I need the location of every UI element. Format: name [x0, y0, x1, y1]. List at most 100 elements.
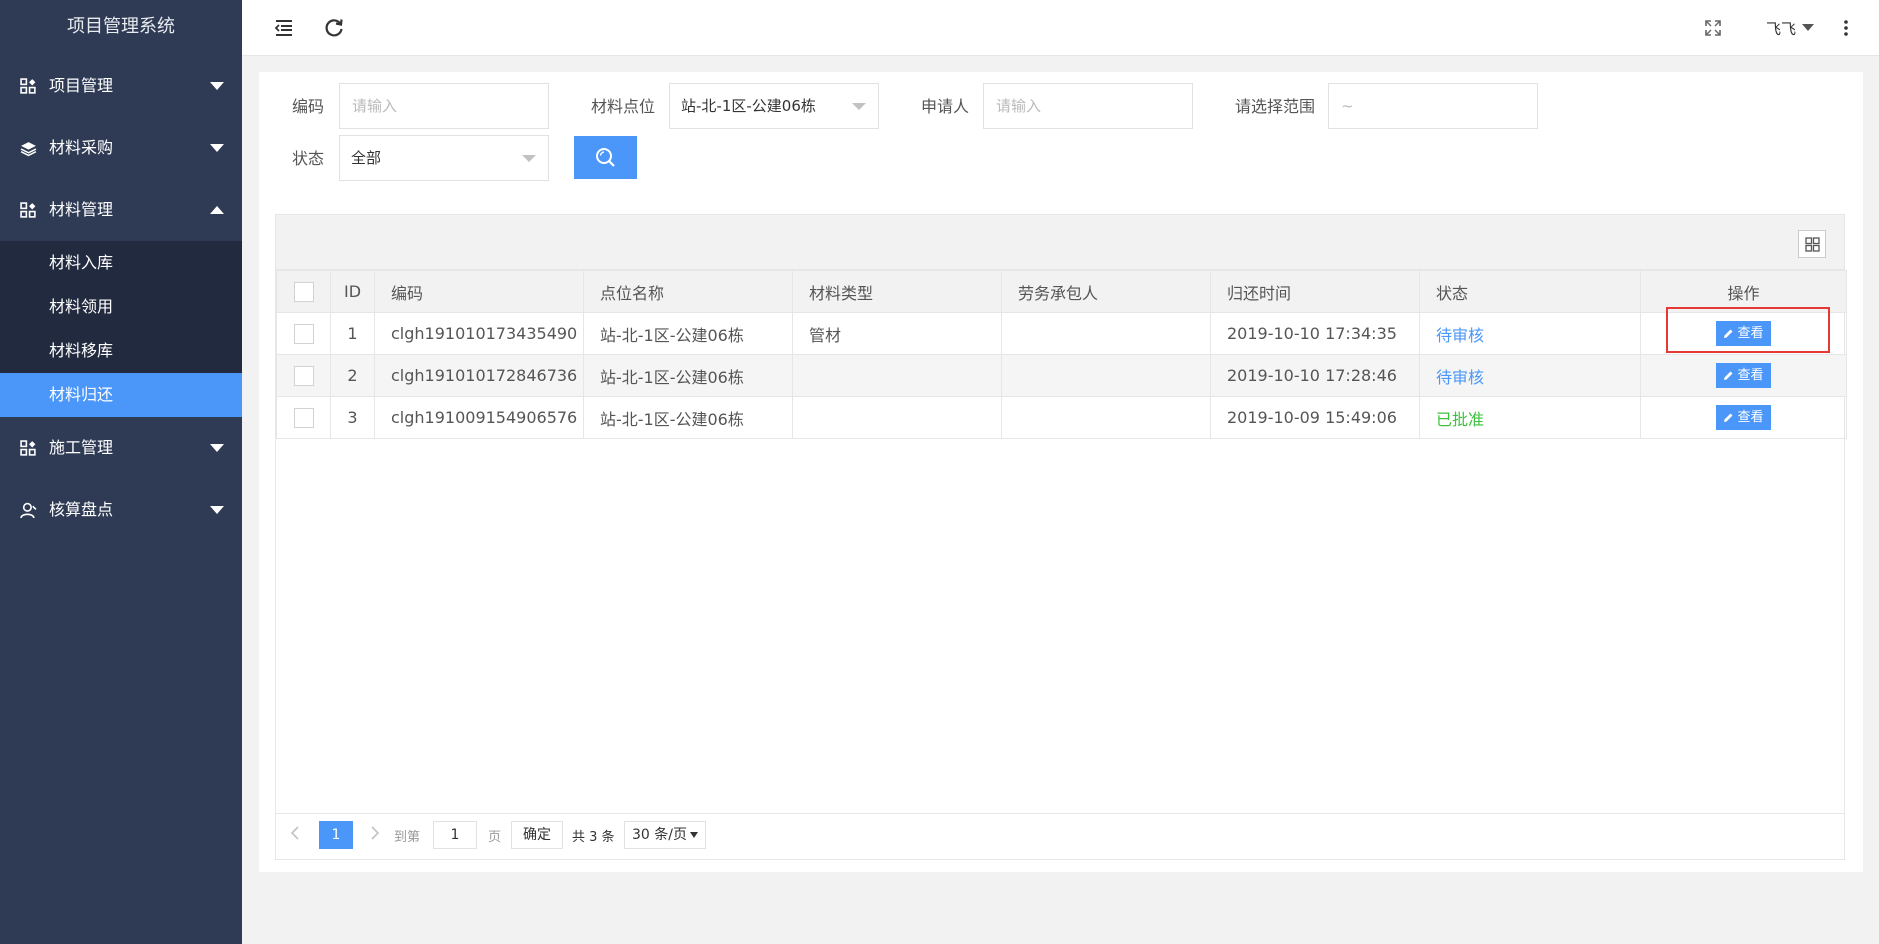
next-page-icon[interactable] [366, 825, 382, 841]
menu-fold-icon[interactable] [272, 16, 296, 40]
cell-id: 2 [330, 354, 375, 397]
data-table-container: ID 编码 点位名称 材料类型 劳务承包人 归还时间 状态 操作 1 clgh1… [275, 214, 1847, 860]
app-title: 项目管理系统 [0, 0, 242, 55]
date-range-input[interactable] [1328, 83, 1538, 129]
row-checkbox[interactable] [293, 407, 314, 428]
sidebar-item-material-purchase[interactable]: 材料采购 [0, 117, 242, 179]
columns-icon [1805, 237, 1820, 252]
view-button[interactable]: 查看 [1716, 321, 1771, 346]
table-toolbar [276, 215, 1844, 270]
caret-down-icon [690, 832, 698, 838]
search-icon [596, 148, 615, 167]
search-button[interactable] [574, 136, 637, 179]
view-button-label: 查看 [1737, 410, 1764, 425]
sidebar-item-label: 材料管理 [49, 200, 114, 219]
site-select[interactable]: 站-北-1区-公建06栋 [669, 83, 879, 129]
fullscreen-icon[interactable] [1703, 18, 1723, 38]
chevron-down-icon [852, 103, 866, 110]
sidebar-item-material-requisition[interactable]: 材料领用 [0, 285, 242, 329]
header-status: 状态 [1419, 270, 1641, 313]
cell-code: clgh191009154906576 [374, 396, 584, 439]
sidebar-item-project-management[interactable]: 项目管理 [0, 55, 242, 117]
view-button[interactable]: 查看 [1716, 363, 1771, 388]
table-row: 3 clgh191009154906576 站-北-1区-公建06栋 2019-… [276, 396, 1847, 439]
caret-down-icon [210, 82, 224, 90]
view-button-label: 查看 [1737, 368, 1764, 383]
goto-page-input[interactable] [433, 821, 477, 849]
layers-icon [20, 142, 37, 157]
table-row: 1 clgh191010173435490 站-北-1区-公建06栋 管材 20… [276, 312, 1847, 355]
table-row: 2 clgh191010172846736 站-北-1区-公建06栋 2019-… [276, 354, 1847, 397]
sidebar: 项目管理系统 项目管理 材料采购 材料管理 材料入库 材料领用 材料移库 材料归… [0, 0, 242, 944]
row-select-cell [276, 396, 331, 439]
chevron-down-icon [522, 155, 536, 162]
caret-up-icon [210, 206, 224, 214]
user-icon [20, 502, 37, 519]
cell-contractor [1001, 396, 1211, 439]
data-table: ID 编码 点位名称 材料类型 劳务承包人 归还时间 状态 操作 1 clgh1… [276, 270, 1847, 439]
more-icon[interactable] [1842, 18, 1850, 38]
header-return-time: 归还时间 [1210, 270, 1420, 313]
header-id: ID [330, 270, 375, 313]
cell-id: 1 [330, 312, 375, 355]
cell-action: 查看 [1640, 396, 1847, 439]
page-size-select[interactable]: 30 条/页 [624, 821, 706, 849]
site-select-value: 站-北-1区-公建06栋 [681, 97, 816, 115]
status-label: 状态 [292, 149, 325, 168]
refresh-icon[interactable] [322, 16, 346, 40]
applicant-label: 申请人 [921, 97, 970, 116]
sidebar-item-material-return[interactable]: 材料归还 [0, 373, 242, 417]
caret-down-icon [210, 144, 224, 152]
prev-page-icon[interactable] [288, 825, 304, 841]
header-material-type: 材料类型 [792, 270, 1002, 313]
sidebar-item-material-management[interactable]: 材料管理 [0, 179, 242, 241]
cell-action: 查看 [1640, 354, 1847, 397]
cell-return-time: 2019-10-10 17:28:46 [1210, 354, 1420, 397]
caret-down-icon [210, 506, 224, 514]
cell-contractor [1001, 354, 1211, 397]
row-checkbox[interactable] [293, 365, 314, 386]
applicant-input[interactable] [983, 83, 1193, 129]
grid-icon [20, 78, 36, 94]
view-button-label: 查看 [1737, 326, 1764, 341]
sidebar-item-label: 项目管理 [49, 76, 114, 95]
header-code: 编码 [374, 270, 584, 313]
cell-code: clgh191010173435490 [374, 312, 584, 355]
sidebar-item-material-transfer[interactable]: 材料移库 [0, 329, 242, 373]
table-header-row: ID 编码 点位名称 材料类型 劳务承包人 归还时间 状态 操作 [276, 270, 1847, 313]
cell-code: clgh191010172846736 [374, 354, 584, 397]
status-select[interactable]: 全部 [339, 135, 549, 181]
user-name[interactable]: 飞飞 [1766, 18, 1796, 39]
site-label: 材料点位 [591, 97, 656, 116]
current-page-button[interactable]: 1 [319, 821, 353, 849]
column-filter-button[interactable] [1798, 230, 1826, 258]
cell-status: 待审核 [1419, 354, 1641, 397]
edit-icon [1724, 329, 1733, 338]
edit-icon [1724, 371, 1733, 380]
sidebar-item-label: 施工管理 [49, 438, 114, 457]
goto-confirm-button[interactable]: 确定 [511, 821, 563, 849]
cell-status: 已批准 [1419, 396, 1641, 439]
code-label: 编码 [292, 97, 325, 116]
content-card: 编码 材料点位 站-北-1区-公建06栋 申请人 请选择范围 状态 全部 [259, 72, 1863, 872]
submenu-material-management: 材料入库 材料领用 材料移库 材料归还 [0, 241, 242, 417]
row-select-cell [276, 354, 331, 397]
cell-site: 站-北-1区-公建06栋 [583, 354, 793, 397]
code-input[interactable] [339, 83, 549, 129]
grid-icon [20, 440, 36, 456]
view-button[interactable]: 查看 [1716, 405, 1771, 430]
user-menu-caret-icon[interactable] [1802, 24, 1814, 31]
row-checkbox[interactable] [293, 323, 314, 344]
select-all-checkbox[interactable] [293, 281, 314, 302]
cell-material-type [792, 396, 1002, 439]
sidebar-item-construction-management[interactable]: 施工管理 [0, 417, 242, 479]
edit-icon [1724, 413, 1733, 422]
header-site: 点位名称 [583, 270, 793, 313]
range-label: 请选择范围 [1235, 97, 1316, 116]
caret-down-icon [210, 444, 224, 452]
sidebar-item-material-inbound[interactable]: 材料入库 [0, 241, 242, 285]
row-select-cell [276, 312, 331, 355]
cell-material-type: 管材 [792, 312, 1002, 355]
sidebar-item-accounting-inventory[interactable]: 核算盘点 [0, 479, 242, 541]
cell-site: 站-北-1区-公建06栋 [583, 312, 793, 355]
